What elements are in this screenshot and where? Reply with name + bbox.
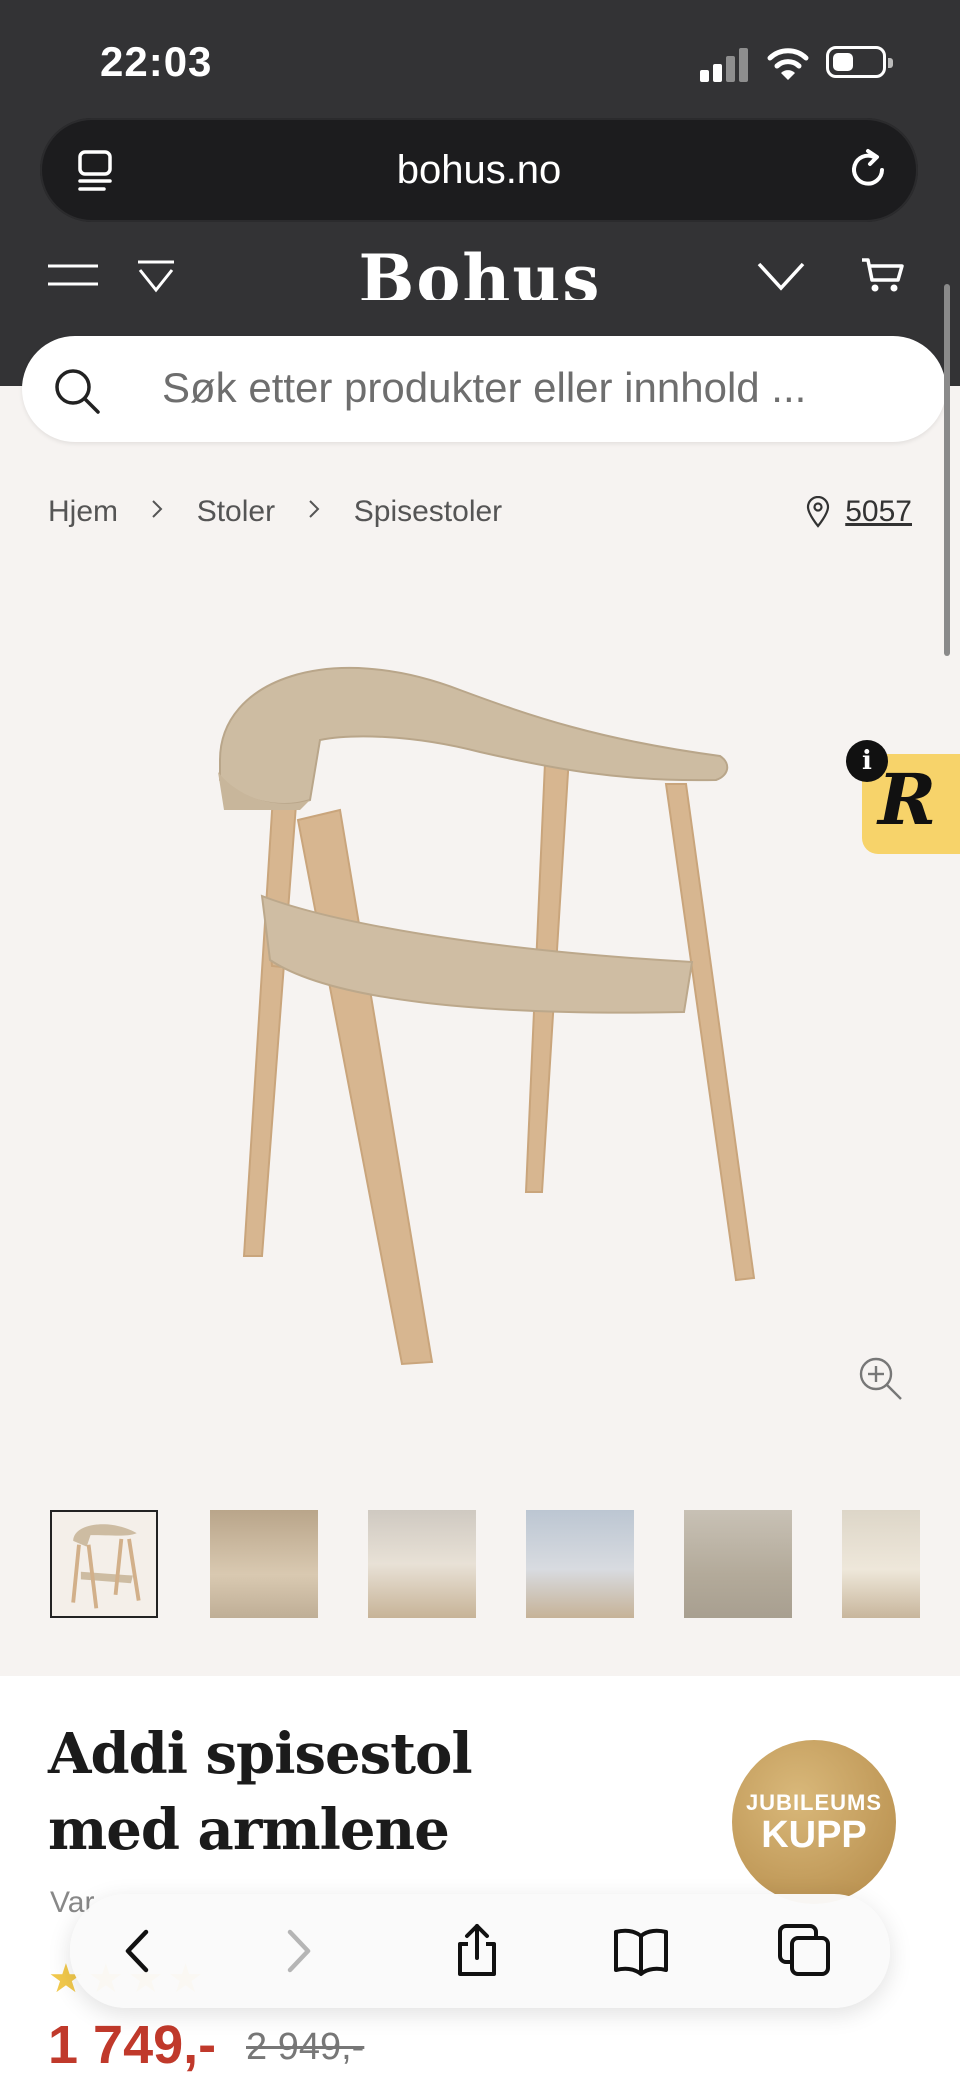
breadcrumb: Hjem Stoler Spisestoler — [48, 494, 502, 529]
site-logo[interactable]: Bohus — [0, 244, 960, 300]
campaign-badge-line1: JUBILEUMS — [745, 1790, 883, 1815]
url-text[interactable]: bohus.no — [40, 148, 918, 193]
store-number[interactable]: 5057 — [845, 495, 912, 528]
review-widget-logo: R — [878, 758, 937, 841]
forward-icon[interactable] — [268, 1922, 326, 1980]
campaign-badge: JUBILEUMS KUPP — [732, 1740, 896, 1904]
cart-icon[interactable] — [860, 252, 906, 298]
product-price: 1 749,- — [48, 2015, 217, 2075]
product-title: Addi spisestol med armlene — [48, 1721, 473, 1863]
breadcrumb-separator-icon — [152, 500, 163, 518]
breadcrumb-chairs[interactable]: Stoler — [197, 495, 275, 529]
search-icon — [55, 369, 100, 414]
battery-icon — [826, 46, 893, 78]
status-bar: 22:03 — [0, 0, 960, 120]
info-icon[interactable]: i — [846, 740, 888, 782]
status-time: 22:03 — [100, 38, 213, 85]
back-icon[interactable] — [110, 1922, 168, 1980]
share-icon[interactable] — [448, 1922, 506, 1980]
breadcrumb-separator-icon — [309, 500, 320, 518]
thumbnail-strip[interactable] — [50, 1510, 920, 1626]
chair-thumbnail-icon — [71, 1524, 141, 1609]
thumbnail-1[interactable] — [50, 1510, 158, 1618]
breadcrumb-dining-chairs[interactable]: Spisestoler — [354, 495, 502, 529]
zoom-icon[interactable] — [856, 1354, 904, 1402]
thumbnail-5[interactable] — [684, 1510, 792, 1618]
reload-icon[interactable] — [846, 148, 892, 194]
search-bar[interactable]: Søk etter produkter eller innhold ... — [22, 336, 946, 442]
campaign-badge-line2: KUPP — [761, 1814, 867, 1856]
bookmarks-icon[interactable] — [612, 1922, 670, 1980]
address-bar[interactable]: bohus.no — [40, 118, 918, 222]
wifi-icon — [767, 48, 809, 80]
signal-icon — [700, 48, 750, 82]
product-old-price: 2 949,- — [246, 2026, 365, 2068]
location-pin-icon — [807, 496, 830, 528]
chevron-down-icon[interactable] — [756, 258, 806, 294]
tabs-overview-icon[interactable] — [776, 1922, 834, 1980]
scrollbar[interactable] — [944, 284, 950, 656]
product-image[interactable] — [180, 660, 780, 1380]
thumbnail-4[interactable] — [526, 1510, 634, 1618]
store-selector[interactable]: 5057 — [805, 494, 912, 529]
browser-toolbar — [70, 1894, 890, 2008]
thumbnail-2[interactable] — [210, 1510, 318, 1618]
thumbnail-3[interactable] — [368, 1510, 476, 1618]
site-nav: Bohus — [0, 240, 960, 300]
search-input[interactable]: Søk etter produkter eller innhold ... — [162, 364, 806, 412]
breadcrumb-home[interactable]: Hjem — [48, 495, 118, 529]
thumbnail-6[interactable] — [842, 1510, 920, 1618]
